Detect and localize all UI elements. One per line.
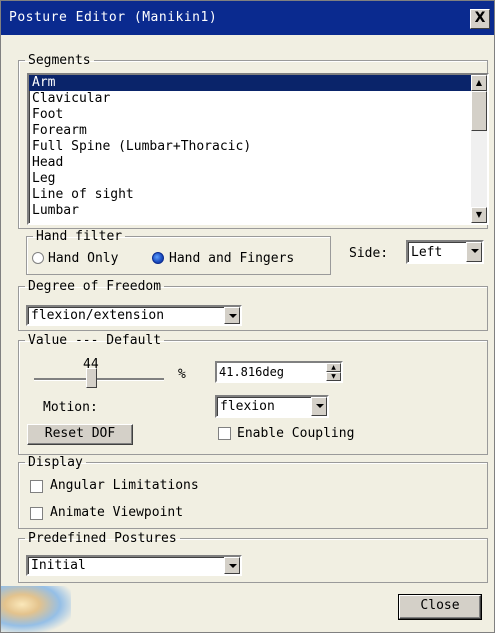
close-icon[interactable]: X (470, 9, 490, 29)
value-legend: Value --- Default (28, 333, 162, 348)
angle-value: 41.816deg (219, 365, 285, 379)
hand-only-label[interactable]: Hand Only (48, 251, 118, 266)
segments-scrollbar[interactable]: ▲ ▼ (471, 75, 487, 223)
segment-item[interactable]: Line of sight (29, 187, 487, 203)
window-title: Posture Editor (Manikin1) (9, 10, 218, 25)
segment-item[interactable]: Arm (29, 75, 487, 91)
segments-list[interactable]: Arm Clavicular Foot Forearm Full Spine (Lumb… (27, 73, 489, 225)
segment-item[interactable]: Forearm (29, 123, 487, 139)
spin-up-icon[interactable]: ▲ (326, 363, 341, 372)
spinner-buttons[interactable]: ▲ ▼ (326, 363, 341, 381)
animate-viewpoint-label[interactable]: Animate Viewpoint (50, 505, 183, 520)
title-bar[interactable]: Posture Editor (Manikin1) X (1, 1, 494, 35)
side-label: Side: (349, 246, 389, 261)
hand-and-fingers-label[interactable]: Hand and Fingers (169, 251, 294, 266)
dof-value: flexion/extension (31, 308, 165, 323)
segment-item[interactable]: Lumbar (29, 203, 487, 219)
angle-spinner[interactable]: 41.816deg ▲ ▼ (215, 361, 343, 383)
predefined-legend: Predefined Postures (28, 531, 177, 546)
segment-item[interactable]: Head (29, 155, 487, 171)
chevron-down-icon[interactable] (311, 397, 327, 416)
close-button[interactable]: Close (399, 595, 481, 619)
predefined-dropdown[interactable]: Initial (26, 555, 242, 576)
side-dropdown[interactable]: Left (406, 240, 484, 264)
value-slider-track[interactable] (34, 378, 164, 381)
angular-limitations-label[interactable]: Angular Limitations (50, 478, 199, 493)
hand-filter-legend: Hand filter (36, 229, 123, 244)
scroll-down-icon[interactable]: ▼ (471, 207, 487, 223)
segments-items: Arm Clavicular Foot Forearm Full Spine (Lumb… (29, 75, 487, 219)
segment-item[interactable]: Foot (29, 107, 487, 123)
segment-item[interactable]: Clavicular (29, 91, 487, 107)
segments-legend: Segments (28, 53, 91, 68)
scroll-up-icon[interactable]: ▲ (471, 75, 487, 91)
value-slider-thumb[interactable] (86, 368, 98, 388)
scroll-thumb[interactable] (471, 91, 487, 131)
dof-legend: Degree of Freedom (28, 279, 162, 294)
enable-coupling-checkbox[interactable] (218, 427, 231, 440)
display-legend: Display (28, 455, 83, 470)
motion-value: flexion (220, 399, 275, 414)
posture-editor-window: Posture Editor (Manikin1) X Segments Arm… (0, 0, 495, 633)
segment-item[interactable]: Full Spine (Lumbar+Thoracic) (29, 139, 487, 155)
chevron-down-icon[interactable] (466, 242, 482, 262)
spin-down-icon[interactable]: ▼ (326, 372, 341, 381)
chevron-down-icon[interactable] (224, 557, 240, 574)
dof-dropdown[interactable]: flexion/extension (26, 305, 242, 326)
motion-dropdown[interactable]: flexion (215, 395, 329, 418)
animate-viewpoint-checkbox[interactable] (30, 507, 43, 520)
reset-dof-button[interactable]: Reset DOF (27, 424, 133, 445)
globe-decoration-icon (1, 586, 71, 632)
predefined-value: Initial (31, 558, 86, 573)
hand-only-radio[interactable] (32, 252, 44, 264)
hand-and-fingers-radio[interactable] (152, 252, 164, 264)
side-value: Left (411, 245, 443, 260)
chevron-down-icon[interactable] (224, 307, 240, 324)
motion-label: Motion: (43, 400, 98, 415)
percent-sign: % (178, 367, 186, 382)
angular-limitations-checkbox[interactable] (30, 480, 43, 493)
segment-item[interactable]: Leg (29, 171, 487, 187)
enable-coupling-label[interactable]: Enable Coupling (237, 426, 354, 441)
